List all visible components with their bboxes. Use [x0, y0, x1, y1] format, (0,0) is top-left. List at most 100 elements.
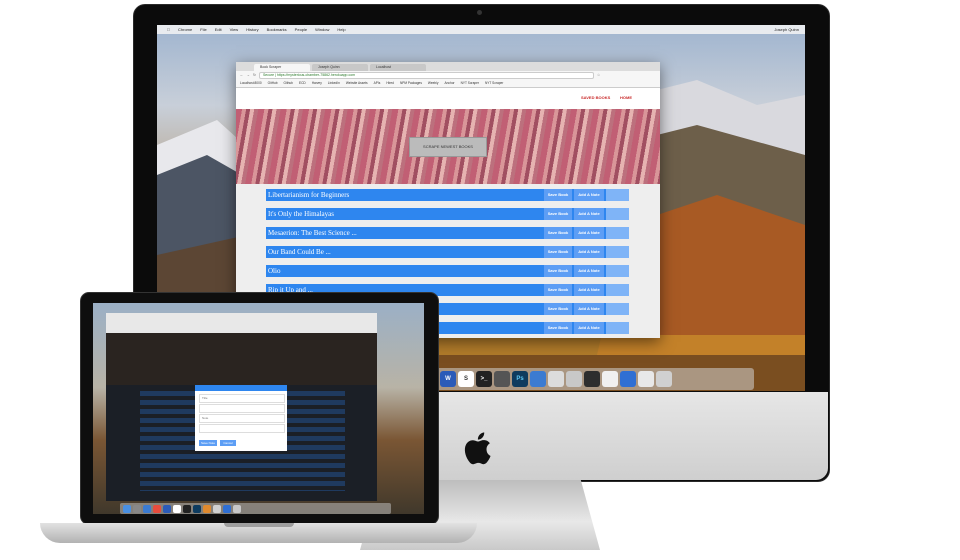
- back-icon[interactable]: ←: [240, 73, 244, 77]
- row-end: [606, 303, 629, 315]
- photoshop-icon[interactable]: [193, 504, 201, 513]
- note-title-input[interactable]: Title: [199, 394, 285, 403]
- hero-banner: SCRAPE NEWEST BOOKS: [236, 109, 660, 185]
- trash-icon[interactable]: [233, 504, 241, 513]
- sublime-icon[interactable]: [494, 371, 510, 387]
- add-note-button[interactable]: Add A Note: [574, 227, 604, 239]
- save-book-button[interactable]: Save Book: [544, 303, 572, 315]
- bookmark-item[interactable]: Github: [284, 81, 293, 85]
- book-title[interactable]: Libertarianism for Beginners: [268, 189, 349, 201]
- menu-item[interactable]: Chrome: [178, 27, 192, 32]
- chrome-icon[interactable]: [153, 504, 161, 513]
- app-icon[interactable]: [584, 371, 600, 387]
- folder-icon[interactable]: [620, 371, 636, 387]
- bookmark-item[interactable]: Anchor: [445, 81, 455, 85]
- save-book-button[interactable]: Save Book: [544, 227, 572, 239]
- add-note-button[interactable]: Add A Note: [574, 284, 604, 296]
- menubar-user[interactable]: Joseph Quinn: [774, 27, 799, 32]
- photos-icon[interactable]: [566, 371, 582, 387]
- add-note-button[interactable]: Add A Note: [574, 208, 604, 220]
- book-title[interactable]: It's Only the Himalayas: [268, 208, 334, 220]
- bookmark-item[interactable]: NPM Packages: [400, 81, 422, 85]
- terminal-icon[interactable]: >_: [476, 371, 492, 387]
- mail-icon[interactable]: [213, 504, 221, 513]
- apple-menu-icon[interactable]: : [167, 27, 170, 32]
- row-end: [606, 189, 629, 201]
- imac-dock: W S >_ Ps: [418, 368, 754, 390]
- safari-icon[interactable]: [143, 504, 151, 513]
- menu-item[interactable]: View: [230, 27, 239, 32]
- mail-icon[interactable]: [548, 371, 564, 387]
- bookmarks-bar: Localhost:8000 GitHub Github ECD Harvey …: [236, 79, 660, 88]
- bookmark-item[interactable]: Localhost:8000: [240, 81, 262, 85]
- terminal-icon[interactable]: [183, 504, 191, 513]
- save-book-button[interactable]: Save Book: [544, 265, 572, 277]
- bookmark-item[interactable]: Harvey: [312, 81, 322, 85]
- bookmark-item[interactable]: LinkedIn: [328, 81, 340, 85]
- macbook-browser-chrome: [106, 313, 377, 333]
- save-book-button[interactable]: Save Book: [544, 208, 572, 220]
- menu-item[interactable]: Window: [315, 27, 329, 32]
- slack-icon[interactable]: S: [458, 371, 474, 387]
- save-book-button[interactable]: Save Book: [544, 284, 572, 296]
- bookmark-item[interactable]: Weebly: [428, 81, 439, 85]
- save-book-button[interactable]: Save Book: [544, 189, 572, 201]
- cancel-button[interactable]: Cancel: [220, 440, 236, 446]
- browser-tab[interactable]: Localhost: [370, 64, 426, 71]
- word-icon[interactable]: [163, 504, 171, 513]
- folder-icon[interactable]: [638, 371, 654, 387]
- add-note-button[interactable]: Add A Note: [574, 189, 604, 201]
- reload-icon[interactable]: ↻: [253, 73, 256, 77]
- word-icon[interactable]: W: [440, 371, 456, 387]
- bookmark-item[interactable]: Website Assets: [346, 81, 368, 85]
- save-book-button[interactable]: Save Book: [544, 246, 572, 258]
- note-input[interactable]: [199, 424, 285, 433]
- bookmark-item[interactable]: Hired: [386, 81, 394, 85]
- add-note-button[interactable]: Add A Note: [574, 246, 604, 258]
- menu-item[interactable]: Bookmarks: [267, 27, 287, 32]
- row-end: [606, 284, 629, 296]
- nav-home[interactable]: HOME: [620, 95, 632, 100]
- save-note-button[interactable]: Save Note: [199, 440, 217, 446]
- note-input[interactable]: [199, 404, 285, 413]
- add-note-button[interactable]: Add A Note: [574, 303, 604, 315]
- menu-item[interactable]: File: [200, 27, 206, 32]
- book-title[interactable]: Olio: [268, 265, 280, 277]
- app-icon[interactable]: [203, 504, 211, 513]
- url-input[interactable]: Secure | https://mysterious-chamber-7586…: [258, 71, 594, 79]
- book-row: Mesaerion: The Best Science ... Save Boo…: [266, 227, 629, 239]
- bookmark-item[interactable]: APIs: [374, 81, 381, 85]
- photoshop-icon[interactable]: Ps: [512, 371, 528, 387]
- bookmark-item[interactable]: ECD: [299, 81, 306, 85]
- save-book-button[interactable]: Save Book: [544, 322, 572, 334]
- macbook-hero: [106, 333, 377, 385]
- menu-item[interactable]: Help: [337, 27, 345, 32]
- slack-icon[interactable]: [173, 504, 181, 513]
- menu-item[interactable]: Edit: [215, 27, 222, 32]
- bookmark-item[interactable]: NYT Scraper: [485, 81, 503, 85]
- finder-icon[interactable]: [123, 504, 131, 513]
- launchpad-icon[interactable]: [133, 504, 141, 513]
- add-note-button[interactable]: Add A Note: [574, 322, 604, 334]
- star-icon[interactable]: ☆: [597, 73, 600, 77]
- apple-logo-icon: [462, 430, 492, 472]
- preview-icon[interactable]: [530, 371, 546, 387]
- browser-tab[interactable]: Book Scraper: [254, 64, 310, 71]
- book-title[interactable]: Mesaerion: The Best Science ...: [268, 227, 357, 239]
- bookmark-item[interactable]: GitHub: [268, 81, 278, 85]
- scrape-newest-books-button[interactable]: SCRAPE NEWEST BOOKS: [409, 137, 487, 157]
- menu-item[interactable]: People: [295, 27, 307, 32]
- note-body-input[interactable]: Note: [199, 414, 285, 423]
- add-note-button[interactable]: Add A Note: [574, 265, 604, 277]
- address-bar: ← → ↻ Secure | https://mysterious-chambe…: [236, 71, 660, 79]
- book-title[interactable]: Our Band Could Be ...: [268, 246, 331, 258]
- tab-bar: Book Scraper Joseph Quinn Localhost: [236, 62, 660, 71]
- nav-saved-books[interactable]: SAVED BOOKS: [581, 95, 610, 100]
- bookmark-item[interactable]: NYT Scraper: [461, 81, 479, 85]
- browser-tab[interactable]: Joseph Quinn: [312, 64, 368, 71]
- document-icon[interactable]: [602, 371, 618, 387]
- folder-icon[interactable]: [223, 504, 231, 513]
- menu-item[interactable]: History: [246, 27, 258, 32]
- forward-icon[interactable]: →: [247, 73, 251, 77]
- trash-icon[interactable]: [656, 371, 672, 387]
